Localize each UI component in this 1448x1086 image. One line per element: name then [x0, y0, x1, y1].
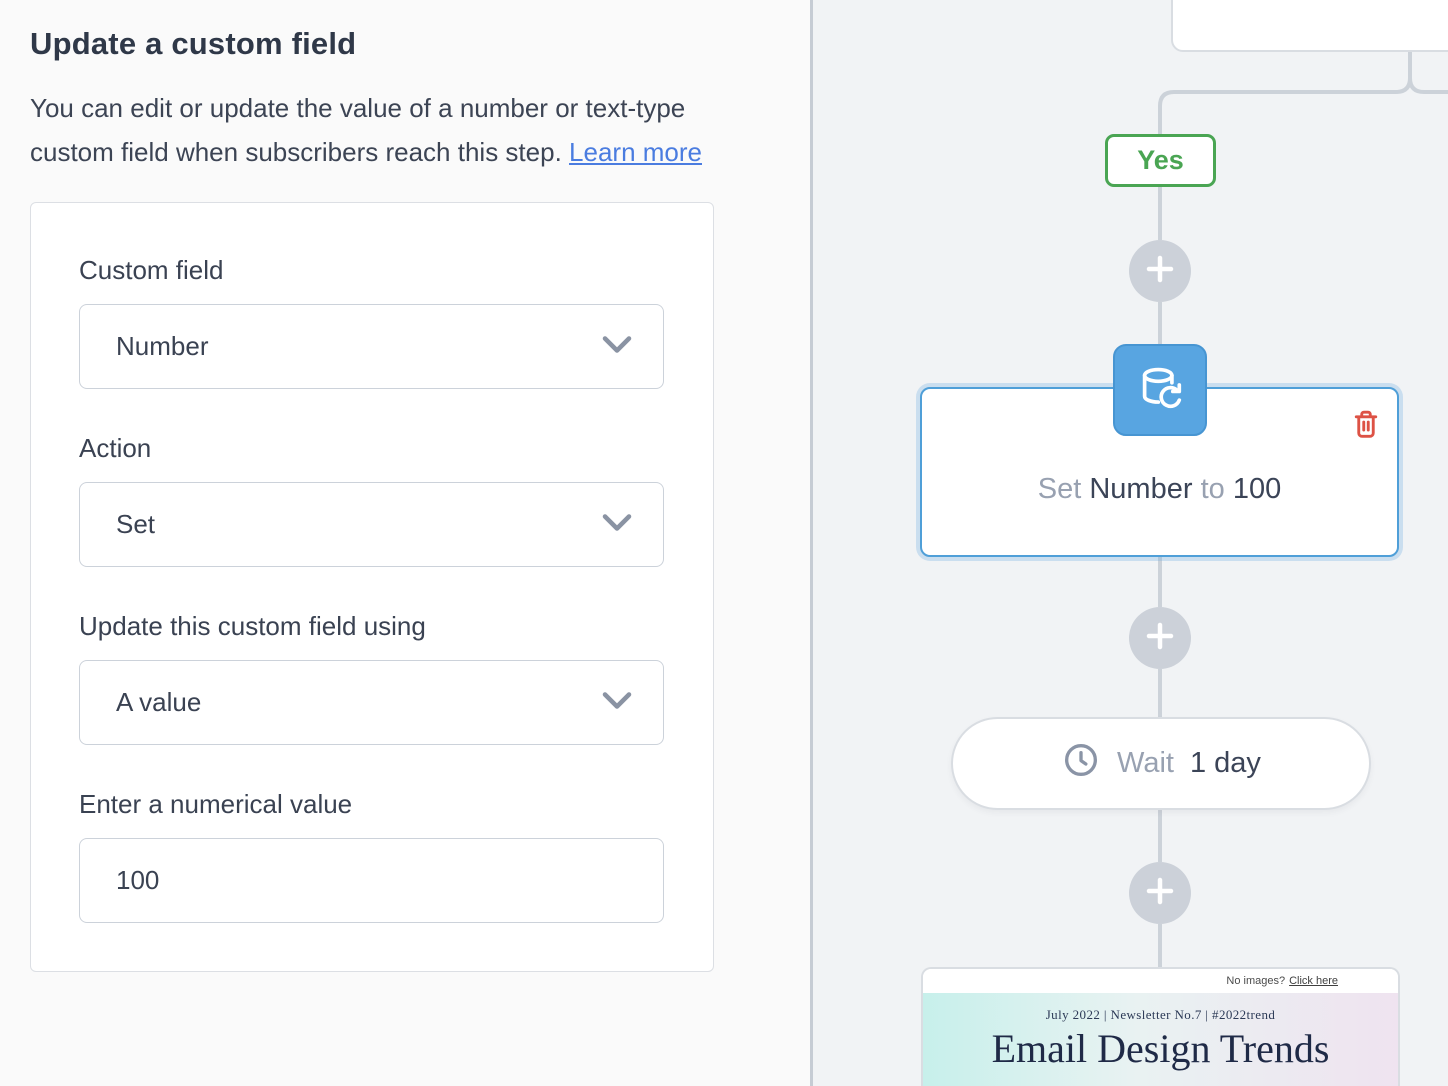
action-field-group: Action Set: [79, 433, 665, 567]
email-no-images-bar: No images? Click here: [923, 969, 1398, 993]
panel-title: Update a custom field: [30, 26, 780, 62]
update-custom-field-step-icon[interactable]: [1113, 344, 1207, 436]
clock-icon: [1061, 740, 1101, 788]
click-here-link[interactable]: Click here: [1289, 975, 1338, 987]
wait-node-value: 1 day: [1190, 747, 1261, 780]
database-refresh-icon: [1134, 362, 1186, 419]
no-images-text: No images?: [1226, 975, 1285, 987]
chevron-down-icon: [601, 333, 633, 360]
learn-more-link[interactable]: Learn more: [569, 137, 702, 167]
add-step-button[interactable]: [1129, 607, 1191, 669]
update-using-field-group: Update this custom field using A value: [79, 611, 665, 745]
automation-editor: Update a custom field You can edit or up…: [0, 0, 1448, 1086]
plus-icon: [1143, 252, 1177, 291]
email-meta-line: July 2022 | Newsletter No.7 | #2022trend: [923, 993, 1398, 1023]
action-select[interactable]: Set: [79, 482, 664, 567]
email-banner: July 2022 | Newsletter No.7 | #2022trend…: [923, 993, 1398, 1086]
workflow-canvas: Yes Set: [810, 0, 1448, 1086]
panel-description: You can edit or update the value of a nu…: [30, 86, 706, 174]
chevron-down-icon: [601, 511, 633, 538]
update-using-select[interactable]: A value: [79, 660, 664, 745]
yes-branch-label: Yes: [1137, 145, 1184, 176]
action-selected-value: Set: [116, 509, 155, 540]
email-node-preview[interactable]: No images? Click here July 2022 | Newsle…: [921, 967, 1400, 1086]
email-heading: Email Design Trends: [923, 1027, 1398, 1071]
step-settings-form: Custom field Number Action Set: [30, 202, 714, 972]
custom-field-selected-value: Number: [116, 331, 208, 362]
wait-node-label: Wait: [1117, 747, 1174, 780]
custom-field-label: Custom field: [79, 255, 665, 286]
upstream-node-partial[interactable]: [1171, 0, 1448, 52]
action-node-text: Set Number to 100: [1038, 473, 1281, 506]
numerical-value-label: Enter a numerical value: [79, 789, 665, 820]
custom-field-select[interactable]: Number: [79, 304, 664, 389]
plus-icon: [1143, 874, 1177, 913]
numerical-value-input[interactable]: [79, 838, 664, 923]
chevron-down-icon: [601, 689, 633, 716]
wait-node[interactable]: Wait 1 day: [951, 717, 1371, 810]
yes-branch-badge: Yes: [1105, 134, 1216, 187]
action-label: Action: [79, 433, 665, 464]
add-step-button[interactable]: [1129, 862, 1191, 924]
plus-icon: [1143, 619, 1177, 658]
step-settings-panel: Update a custom field You can edit or up…: [0, 0, 810, 1086]
add-step-button[interactable]: [1129, 240, 1191, 302]
delete-step-button[interactable]: [1351, 407, 1381, 441]
numerical-value-group: Enter a numerical value: [79, 789, 665, 923]
update-using-selected-value: A value: [116, 687, 201, 718]
update-using-label: Update this custom field using: [79, 611, 665, 642]
custom-field-group: Custom field Number: [79, 255, 665, 389]
